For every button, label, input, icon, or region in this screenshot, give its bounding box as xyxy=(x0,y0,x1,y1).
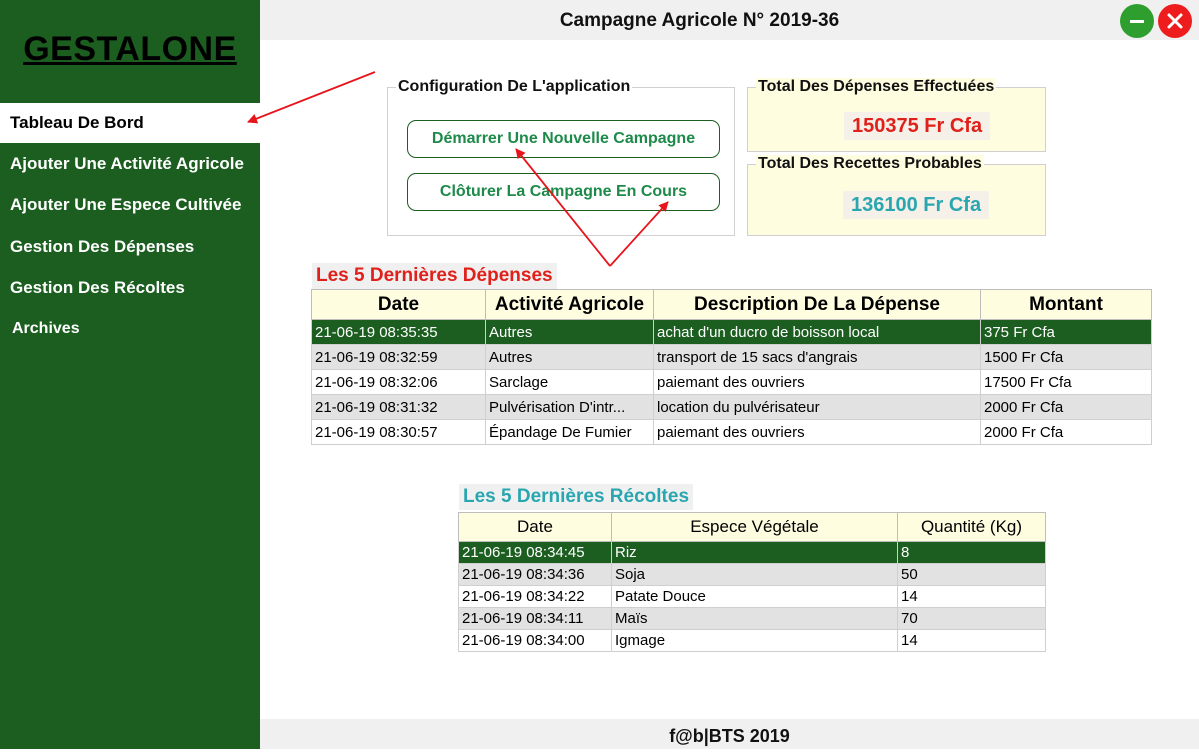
column-header-date[interactable]: Date xyxy=(311,289,486,320)
cell-description: location du pulvérisateur xyxy=(653,394,981,420)
table-row[interactable]: 21-06-19 08:34:36 Soja 50 xyxy=(458,563,1046,586)
cell-quantite: 70 xyxy=(897,607,1046,630)
recoltes-section-title: Les 5 Dernières Récoltes xyxy=(459,484,694,510)
cell-montant: 375 Fr Cfa xyxy=(980,319,1152,345)
footer: f@b|BTS 2019 xyxy=(260,719,1199,749)
config-groupbox: Configuration De L'application Démarrer … xyxy=(387,78,735,236)
total-depenses-value: 150375 Fr Cfa xyxy=(844,112,991,140)
total-recettes-box: Total Des Recettes Probables 136100 Fr C… xyxy=(747,155,1046,236)
table-row[interactable]: 21-06-19 08:32:06 Sarclage paiemant des … xyxy=(311,369,1152,395)
total-depenses-legend: Total Des Dépenses Effectuées xyxy=(756,78,997,96)
table-row[interactable]: 21-06-19 08:31:32 Pulvérisation D'intr..… xyxy=(311,394,1152,420)
sidebar-item-ajouter-espece[interactable]: Ajouter Une Espece Cultivée xyxy=(0,185,260,225)
cell-date: 21-06-19 08:34:00 xyxy=(458,629,612,652)
arrow-to-tableau xyxy=(247,71,376,124)
column-header-espece[interactable]: Espece Végétale xyxy=(611,512,898,542)
cell-date: 21-06-19 08:34:36 xyxy=(458,563,612,586)
cell-espece: Igmage xyxy=(611,629,898,652)
cell-date: 21-06-19 08:34:22 xyxy=(458,585,612,608)
table-row[interactable]: 21-06-19 08:32:59 Autres transport de 15… xyxy=(311,344,1152,370)
recoltes-header-row: Date Espece Végétale Quantité (Kg) xyxy=(458,512,1046,542)
table-row[interactable]: 21-06-19 08:34:22 Patate Douce 14 xyxy=(458,585,1046,608)
sidebar-item-archives[interactable]: Archives xyxy=(0,309,260,349)
config-legend: Configuration De L'application xyxy=(396,78,633,96)
sidebar-item-gestion-depenses[interactable]: Gestion Des Dépenses xyxy=(0,227,260,267)
cell-activite: Épandage De Fumier xyxy=(485,419,654,445)
cell-date: 21-06-19 08:32:06 xyxy=(311,369,486,395)
cell-espece: Riz xyxy=(611,541,898,564)
minimize-button[interactable] xyxy=(1120,4,1154,38)
cell-date: 21-06-19 08:30:57 xyxy=(311,419,486,445)
sidebar-item-gestion-recoltes[interactable]: Gestion Des Récoltes xyxy=(0,268,260,308)
table-row[interactable]: 21-06-19 08:34:00 Igmage 14 xyxy=(458,629,1046,652)
cell-quantite: 14 xyxy=(897,585,1046,608)
column-header-date[interactable]: Date xyxy=(458,512,612,542)
recoltes-table: Date Espece Végétale Quantité (Kg) 21-06… xyxy=(458,512,1046,652)
depenses-header-row: Date Activité Agricole Description De La… xyxy=(311,289,1152,320)
sidebar-item-tableau-de-bord[interactable]: Tableau De Bord xyxy=(0,103,260,143)
table-row[interactable]: 21-06-19 08:35:35 Autres achat d'un ducr… xyxy=(311,319,1152,345)
cell-montant: 2000 Fr Cfa xyxy=(980,394,1152,420)
sidebar-item-ajouter-activite[interactable]: Ajouter Une Activité Agricole xyxy=(0,144,260,184)
column-header-quantite[interactable]: Quantité (Kg) xyxy=(897,512,1046,542)
cell-date: 21-06-19 08:34:45 xyxy=(458,541,612,564)
column-header-montant[interactable]: Montant xyxy=(980,289,1152,320)
cell-date: 21-06-19 08:31:32 xyxy=(311,394,486,420)
cell-quantite: 8 xyxy=(897,541,1046,564)
cell-date: 21-06-19 08:34:11 xyxy=(458,607,612,630)
close-button[interactable] xyxy=(1158,4,1192,38)
cell-activite: Sarclage xyxy=(485,369,654,395)
app-logo: GESTALONE xyxy=(23,30,237,68)
cell-espece: Patate Douce xyxy=(611,585,898,608)
cell-activite: Pulvérisation D'intr... xyxy=(485,394,654,420)
window-title: Campagne Agricole N° 2019-36 xyxy=(559,10,840,31)
start-campaign-button[interactable]: Démarrer Une Nouvelle Campagne xyxy=(407,120,720,158)
minimize-icon xyxy=(1130,19,1144,23)
cell-description: paiemant des ouvriers xyxy=(653,369,981,395)
cell-date: 21-06-19 08:32:59 xyxy=(311,344,486,370)
column-header-activite[interactable]: Activité Agricole xyxy=(485,289,654,320)
cell-date: 21-06-19 08:35:35 xyxy=(311,319,486,345)
cell-espece: Maïs xyxy=(611,607,898,630)
title-bar: Campagne Agricole N° 2019-36 xyxy=(260,0,1199,40)
cell-description: paiemant des ouvriers xyxy=(653,419,981,445)
depenses-section-title: Les 5 Dernières Dépenses xyxy=(312,263,557,289)
cell-activite: Autres xyxy=(485,319,654,345)
cell-espece: Soja xyxy=(611,563,898,586)
table-row[interactable]: 21-06-19 08:34:11 Maïs 70 xyxy=(458,607,1046,630)
table-row[interactable]: 21-06-19 08:34:45 Riz 8 xyxy=(458,541,1046,564)
cell-montant: 17500 Fr Cfa xyxy=(980,369,1152,395)
cell-description: achat d'un ducro de boisson local xyxy=(653,319,981,345)
cell-quantite: 14 xyxy=(897,629,1046,652)
sidebar: GESTALONE Tableau De Bord Ajouter Une Ac… xyxy=(0,0,260,749)
total-recettes-value: 136100 Fr Cfa xyxy=(843,191,990,219)
cell-quantite: 50 xyxy=(897,563,1046,586)
close-campaign-button[interactable]: Clôturer La Campagne En Cours xyxy=(407,173,720,211)
close-icon xyxy=(1167,13,1183,29)
table-row[interactable]: 21-06-19 08:30:57 Épandage De Fumier pai… xyxy=(311,419,1152,445)
cell-activite: Autres xyxy=(485,344,654,370)
cell-description: transport de 15 sacs d'angrais xyxy=(653,344,981,370)
cell-montant: 1500 Fr Cfa xyxy=(980,344,1152,370)
cell-montant: 2000 Fr Cfa xyxy=(980,419,1152,445)
depenses-table: Date Activité Agricole Description De La… xyxy=(311,289,1152,445)
total-recettes-legend: Total Des Recettes Probables xyxy=(756,155,984,173)
total-depenses-box: Total Des Dépenses Effectuées 150375 Fr … xyxy=(747,78,1046,152)
column-header-description[interactable]: Description De La Dépense xyxy=(653,289,981,320)
